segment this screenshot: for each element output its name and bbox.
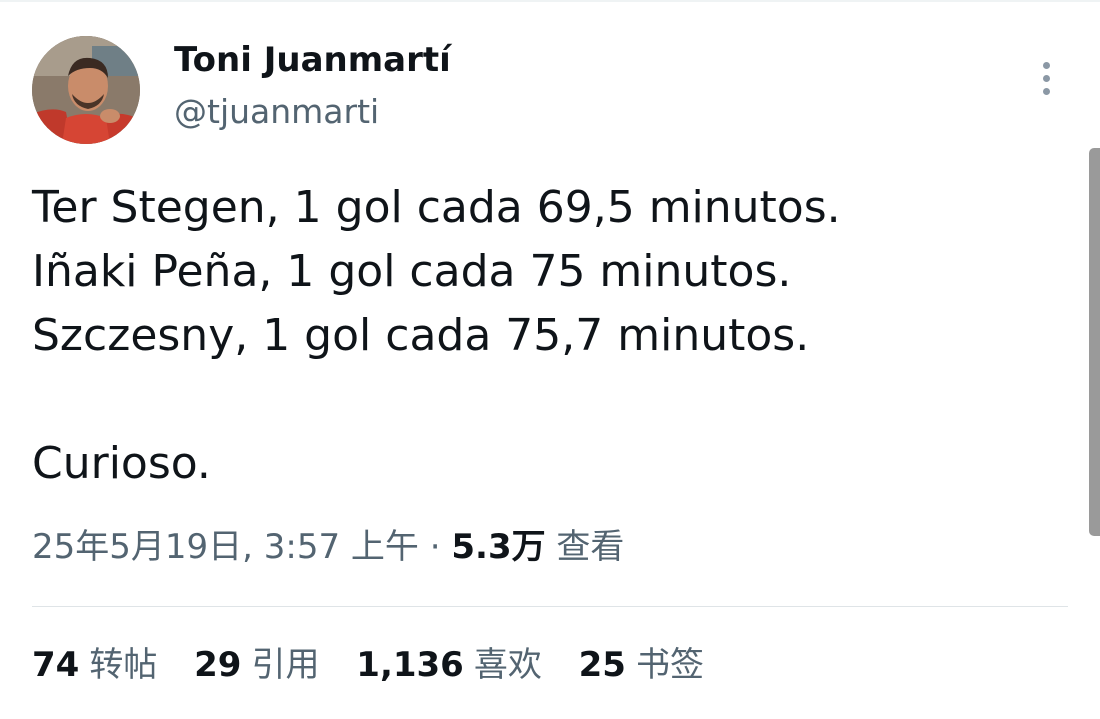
top-divider xyxy=(0,0,1100,2)
author-name[interactable]: Toni Juanmartí xyxy=(174,38,451,82)
reposts-count: 74 xyxy=(32,645,80,685)
bookmarks-label: 书签 xyxy=(635,645,704,685)
likes-stat[interactable]: 1,136 喜欢 xyxy=(356,640,542,690)
tweet-text: Ter Stegen, 1 gol cada 69,5 minutos. Iña… xyxy=(32,176,841,496)
bookmarks-stat[interactable]: 25 书签 xyxy=(579,640,704,690)
likes-count: 1,136 xyxy=(356,645,464,685)
tweet-line: Iñaki Peña, 1 gol cada 75 minutos. xyxy=(32,246,792,297)
avatar-image xyxy=(32,36,140,144)
meta-separator: · xyxy=(429,527,441,567)
reposts-label: 转帖 xyxy=(89,645,158,685)
quotes-label: 引用 xyxy=(251,645,320,685)
tweet-line xyxy=(32,368,841,432)
author-handle[interactable]: @tjuanmarti xyxy=(174,90,379,134)
scrollbar[interactable] xyxy=(1089,148,1100,536)
tweet-line: Curioso. xyxy=(32,438,211,489)
more-vertical-icon[interactable] xyxy=(1030,56,1064,100)
bookmarks-count: 25 xyxy=(578,645,626,685)
reposts-stat[interactable]: 74 转帖 xyxy=(32,640,157,690)
quotes-count: 29 xyxy=(194,645,242,685)
tweet-line: Szczesny, 1 gol cada 75,7 minutos. xyxy=(32,310,810,361)
quotes-stat[interactable]: 29 引用 xyxy=(194,640,319,690)
stats-divider xyxy=(32,606,1068,607)
views-count: 5.3万 xyxy=(451,527,546,567)
engagement-stats: 74 转帖 29 引用 1,136 喜欢 25 书签 xyxy=(32,640,730,690)
likes-label: 喜欢 xyxy=(473,645,542,685)
tweet-line: Ter Stegen, 1 gol cada 69,5 minutos. xyxy=(32,182,841,233)
tweet-meta: 25年5月19日, 3:57 上午 · 5.3万 查看 xyxy=(32,522,624,572)
views-label: 查看 xyxy=(556,527,625,567)
avatar[interactable] xyxy=(32,36,140,144)
timestamp[interactable]: 25年5月19日, 3:57 上午 xyxy=(32,527,419,567)
